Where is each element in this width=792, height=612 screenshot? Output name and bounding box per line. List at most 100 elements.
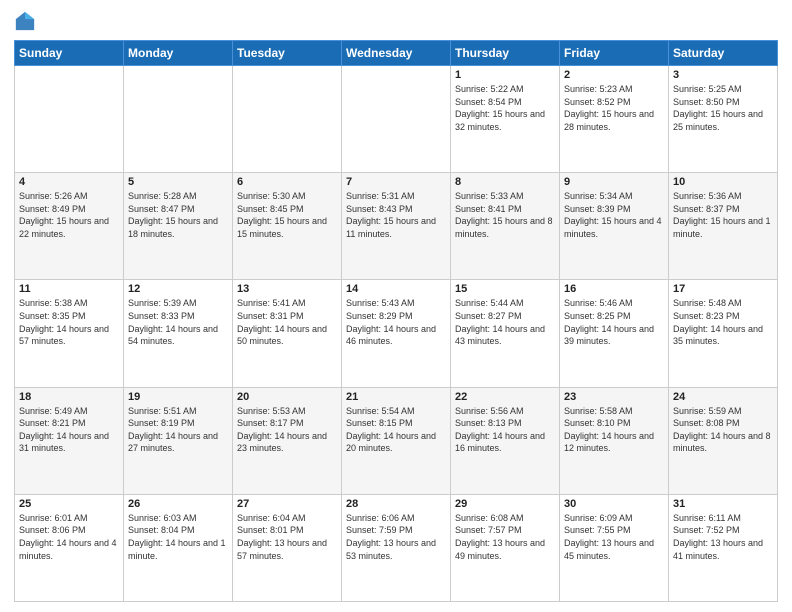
calendar-cell: 26 Sunrise: 6:03 AMSunset: 8:04 PMDayligh…: [124, 494, 233, 601]
calendar-cell: 11 Sunrise: 5:38 AMSunset: 8:35 PMDayligh…: [15, 280, 124, 387]
calendar-cell: 3 Sunrise: 5:25 AMSunset: 8:50 PMDaylight…: [669, 66, 778, 173]
calendar-cell: 1Sunrise: 5:22 AMSunset: 8:54 PMDaylight…: [451, 66, 560, 173]
week-row-5: 25 Sunrise: 6:01 AMSunset: 8:06 PMDayligh…: [15, 494, 778, 601]
weekday-header-thursday: Thursday: [451, 41, 560, 66]
day-info: Sunrise: 6:01 AMSunset: 8:06 PMDaylight:…: [19, 512, 119, 562]
day-number: 7: [346, 176, 446, 188]
day-number: 10: [673, 176, 773, 188]
day-number: 4: [19, 176, 119, 188]
calendar-cell: 16 Sunrise: 5:46 AMSunset: 8:25 PMDayligh…: [560, 280, 669, 387]
day-number: 18: [19, 391, 119, 403]
header: [14, 10, 778, 32]
day-number: 6: [237, 176, 337, 188]
day-info: Sunrise: 6:11 AMSunset: 7:52 PMDaylight:…: [673, 512, 773, 562]
day-info: Sunrise: 5:48 AMSunset: 8:23 PMDaylight:…: [673, 297, 773, 347]
week-row-3: 11 Sunrise: 5:38 AMSunset: 8:35 PMDayligh…: [15, 280, 778, 387]
day-number: 13: [237, 283, 337, 295]
day-number: 25: [19, 498, 119, 510]
day-info: Sunrise: 5:36 AMSunset: 8:37 PMDaylight:…: [673, 190, 773, 240]
weekday-header-friday: Friday: [560, 41, 669, 66]
calendar-cell: 21 Sunrise: 5:54 AMSunset: 8:15 PMDayligh…: [342, 387, 451, 494]
weekday-header-wednesday: Wednesday: [342, 41, 451, 66]
calendar-cell: 31 Sunrise: 6:11 AMSunset: 7:52 PMDayligh…: [669, 494, 778, 601]
calendar-cell: 25 Sunrise: 6:01 AMSunset: 8:06 PMDayligh…: [15, 494, 124, 601]
day-info: Sunrise: 6:08 AMSunset: 7:57 PMDaylight:…: [455, 512, 555, 562]
day-info: Sunrise: 6:09 AMSunset: 7:55 PMDaylight:…: [564, 512, 664, 562]
day-number: 29: [455, 498, 555, 510]
calendar-cell: 30 Sunrise: 6:09 AMSunset: 7:55 PMDayligh…: [560, 494, 669, 601]
logo: [14, 10, 40, 32]
day-number: 3: [673, 69, 773, 81]
day-number: 11: [19, 283, 119, 295]
day-number: 23: [564, 391, 664, 403]
page: SundayMondayTuesdayWednesdayThursdayFrid…: [0, 0, 792, 612]
day-info: Sunrise: 5:28 AMSunset: 8:47 PMDaylight:…: [128, 190, 228, 240]
logo-icon: [14, 10, 36, 32]
week-row-2: 4 Sunrise: 5:26 AMSunset: 8:49 PMDaylight…: [15, 173, 778, 280]
day-info: Sunrise: 5:30 AMSunset: 8:45 PMDaylight:…: [237, 190, 337, 240]
calendar-cell: 19Sunrise: 5:51 AMSunset: 8:19 PMDayligh…: [124, 387, 233, 494]
day-info: Sunrise: 5:54 AMSunset: 8:15 PMDaylight:…: [346, 405, 446, 455]
day-info: Sunrise: 5:25 AMSunset: 8:50 PMDaylight:…: [673, 83, 773, 133]
day-info: Sunrise: 5:49 AMSunset: 8:21 PMDaylight:…: [19, 405, 119, 455]
calendar-cell: [342, 66, 451, 173]
weekday-header-saturday: Saturday: [669, 41, 778, 66]
week-row-1: 1Sunrise: 5:22 AMSunset: 8:54 PMDaylight…: [15, 66, 778, 173]
calendar-cell: 23 Sunrise: 5:58 AMSunset: 8:10 PMDayligh…: [560, 387, 669, 494]
calendar-cell: 14 Sunrise: 5:43 AMSunset: 8:29 PMDayligh…: [342, 280, 451, 387]
calendar-cell: 17 Sunrise: 5:48 AMSunset: 8:23 PMDayligh…: [669, 280, 778, 387]
calendar-cell: 24 Sunrise: 5:59 AMSunset: 8:08 PMDayligh…: [669, 387, 778, 494]
calendar-cell: [124, 66, 233, 173]
week-row-4: 18 Sunrise: 5:49 AMSunset: 8:21 PMDayligh…: [15, 387, 778, 494]
day-info: Sunrise: 5:23 AMSunset: 8:52 PMDaylight:…: [564, 83, 664, 133]
day-number: 26: [128, 498, 228, 510]
calendar-cell: 28 Sunrise: 6:06 AMSunset: 7:59 PMDayligh…: [342, 494, 451, 601]
day-info: Sunrise: 6:04 AMSunset: 8:01 PMDaylight:…: [237, 512, 337, 562]
day-info: Sunrise: 5:59 AMSunset: 8:08 PMDaylight:…: [673, 405, 773, 455]
day-info: Sunrise: 5:44 AMSunset: 8:27 PMDaylight:…: [455, 297, 555, 347]
day-info: Sunrise: 5:51 AMSunset: 8:19 PMDaylight:…: [128, 405, 228, 455]
calendar-cell: 6 Sunrise: 5:30 AMSunset: 8:45 PMDaylight…: [233, 173, 342, 280]
day-info: Sunrise: 5:31 AMSunset: 8:43 PMDaylight:…: [346, 190, 446, 240]
day-info: Sunrise: 5:56 AMSunset: 8:13 PMDaylight:…: [455, 405, 555, 455]
day-info: Sunrise: 6:06 AMSunset: 7:59 PMDaylight:…: [346, 512, 446, 562]
day-info: Sunrise: 5:41 AMSunset: 8:31 PMDaylight:…: [237, 297, 337, 347]
day-number: 14: [346, 283, 446, 295]
calendar-cell: 18 Sunrise: 5:49 AMSunset: 8:21 PMDayligh…: [15, 387, 124, 494]
calendar-table: SundayMondayTuesdayWednesdayThursdayFrid…: [14, 40, 778, 602]
calendar-cell: 12 Sunrise: 5:39 AMSunset: 8:33 PMDayligh…: [124, 280, 233, 387]
day-info: Sunrise: 5:39 AMSunset: 8:33 PMDaylight:…: [128, 297, 228, 347]
day-number: 22: [455, 391, 555, 403]
calendar-cell: 29 Sunrise: 6:08 AMSunset: 7:57 PMDayligh…: [451, 494, 560, 601]
day-number: 24: [673, 391, 773, 403]
calendar-cell: 7 Sunrise: 5:31 AMSunset: 8:43 PMDaylight…: [342, 173, 451, 280]
day-number: 16: [564, 283, 664, 295]
calendar-cell: 9Sunrise: 5:34 AMSunset: 8:39 PMDaylight…: [560, 173, 669, 280]
calendar-cell: 5 Sunrise: 5:28 AMSunset: 8:47 PMDaylight…: [124, 173, 233, 280]
day-number: 2: [564, 69, 664, 81]
calendar-cell: 10 Sunrise: 5:36 AMSunset: 8:37 PMDayligh…: [669, 173, 778, 280]
calendar-cell: 27Sunrise: 6:04 AMSunset: 8:01 PMDayligh…: [233, 494, 342, 601]
day-info: Sunrise: 5:26 AMSunset: 8:49 PMDaylight:…: [19, 190, 119, 240]
weekday-header-tuesday: Tuesday: [233, 41, 342, 66]
calendar-cell: 20Sunrise: 5:53 AMSunset: 8:17 PMDayligh…: [233, 387, 342, 494]
day-number: 20: [237, 391, 337, 403]
day-info: Sunrise: 5:38 AMSunset: 8:35 PMDaylight:…: [19, 297, 119, 347]
day-number: 28: [346, 498, 446, 510]
weekday-header-sunday: Sunday: [15, 41, 124, 66]
day-info: Sunrise: 5:58 AMSunset: 8:10 PMDaylight:…: [564, 405, 664, 455]
day-number: 8: [455, 176, 555, 188]
day-number: 12: [128, 283, 228, 295]
calendar-cell: 2 Sunrise: 5:23 AMSunset: 8:52 PMDaylight…: [560, 66, 669, 173]
day-number: 30: [564, 498, 664, 510]
day-info: Sunrise: 6:03 AMSunset: 8:04 PMDaylight:…: [128, 512, 228, 562]
day-info: Sunrise: 5:46 AMSunset: 8:25 PMDaylight:…: [564, 297, 664, 347]
day-number: 5: [128, 176, 228, 188]
day-number: 31: [673, 498, 773, 510]
weekday-header-row: SundayMondayTuesdayWednesdayThursdayFrid…: [15, 41, 778, 66]
day-number: 21: [346, 391, 446, 403]
day-number: 17: [673, 283, 773, 295]
day-info: Sunrise: 5:43 AMSunset: 8:29 PMDaylight:…: [346, 297, 446, 347]
calendar-cell: 8 Sunrise: 5:33 AMSunset: 8:41 PMDaylight…: [451, 173, 560, 280]
day-info: Sunrise: 5:33 AMSunset: 8:41 PMDaylight:…: [455, 190, 555, 240]
